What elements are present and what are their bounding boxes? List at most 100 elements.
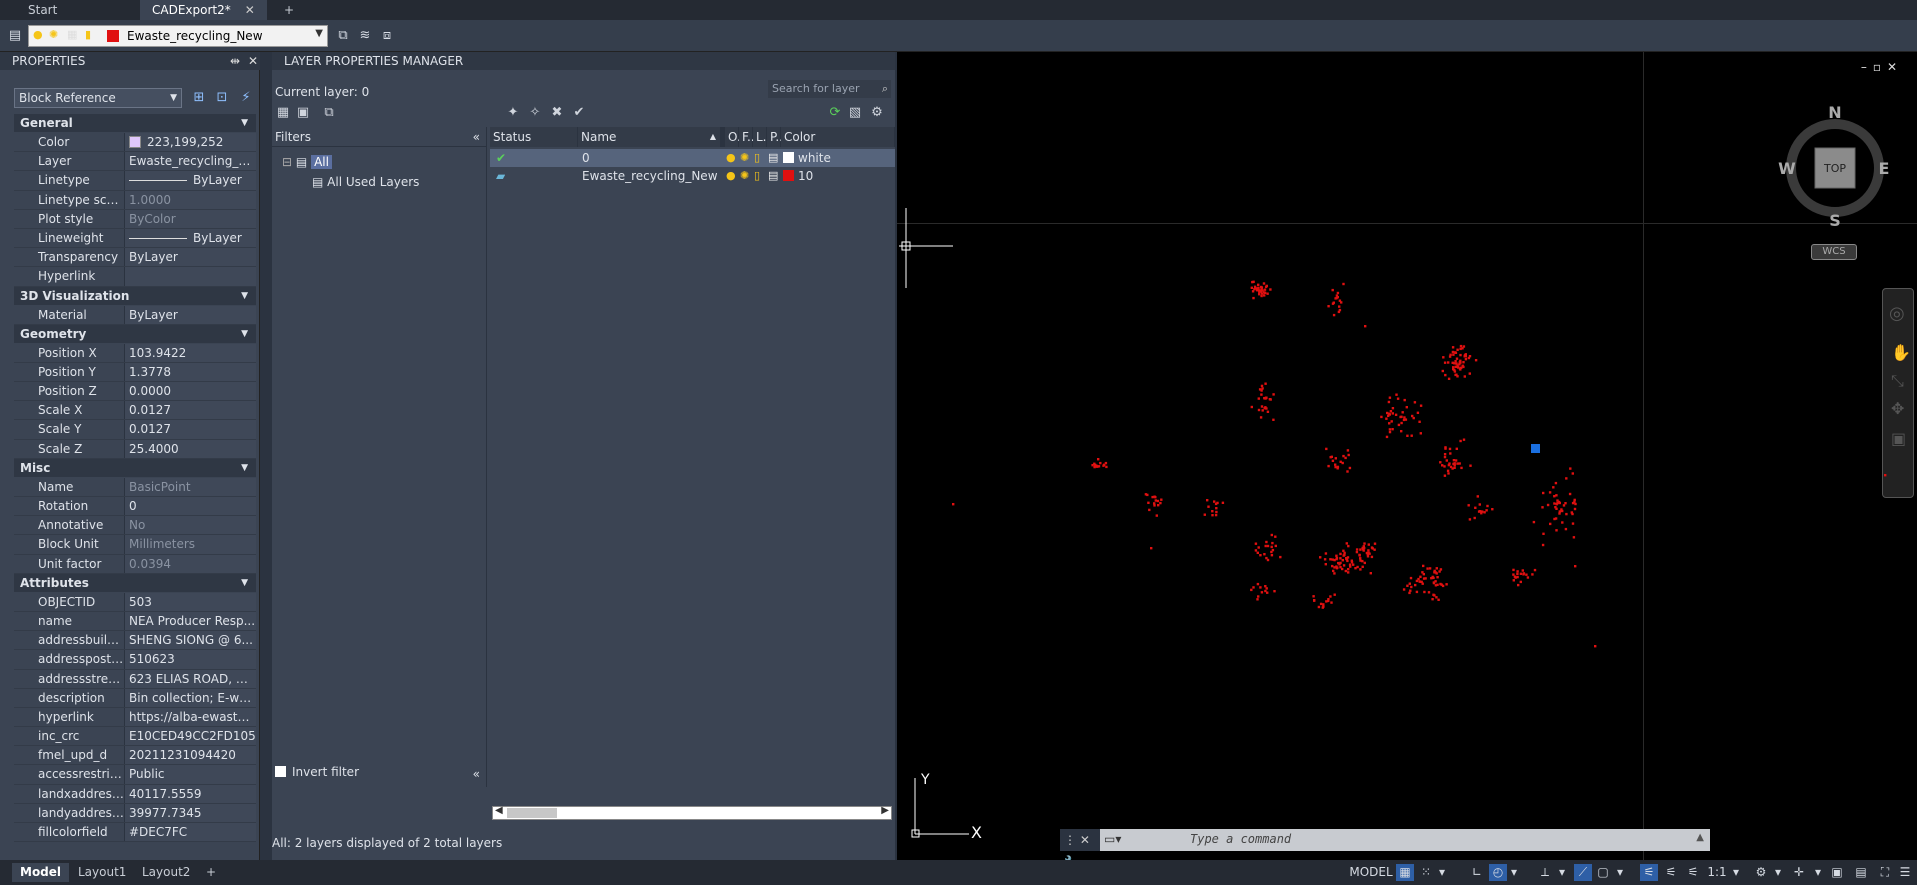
point-marker[interactable] [1473, 516, 1476, 520]
point-marker[interactable] [1569, 467, 1572, 470]
point-marker[interactable] [1347, 571, 1350, 574]
point-marker[interactable] [1443, 453, 1447, 456]
grip-icon[interactable]: ⋮ [1064, 833, 1076, 847]
point-marker[interactable] [1346, 449, 1350, 452]
point-marker[interactable] [1380, 415, 1383, 419]
isodraft-icon[interactable]: ⟂ [1536, 864, 1554, 881]
property-value[interactable]: ByLayer [124, 228, 256, 248]
point-marker[interactable] [1419, 575, 1422, 578]
point-marker[interactable] [1361, 559, 1364, 563]
point-marker[interactable] [1255, 289, 1259, 292]
point-marker[interactable] [1260, 286, 1264, 289]
point-marker[interactable] [1434, 580, 1437, 583]
point-marker[interactable] [1422, 577, 1426, 580]
point-marker[interactable] [1409, 589, 1412, 592]
point-marker[interactable] [1464, 358, 1468, 361]
point-marker[interactable] [1336, 465, 1340, 469]
point-marker[interactable] [1531, 573, 1534, 576]
property-value[interactable]: 40117.5559 [124, 784, 256, 803]
point-marker[interactable] [1343, 553, 1346, 557]
point-marker[interactable] [1342, 549, 1345, 552]
point-marker[interactable] [1400, 430, 1403, 433]
point-marker[interactable] [1439, 568, 1443, 571]
on-bulb-icon[interactable]: ● [726, 149, 736, 167]
point-marker[interactable] [1428, 567, 1432, 570]
point-marker[interactable] [1335, 554, 1338, 557]
col-name[interactable]: Name ▲ [578, 127, 721, 147]
point-marker[interactable] [1263, 294, 1266, 297]
property-row[interactable]: Position Z 0.0000 [14, 382, 256, 402]
point-marker[interactable] [1272, 393, 1275, 396]
point-marker[interactable] [1385, 435, 1389, 439]
point-marker[interactable] [1519, 572, 1523, 575]
point-marker[interactable] [1263, 553, 1266, 556]
point-marker[interactable] [1359, 568, 1362, 571]
toggle-pickadd-icon[interactable]: ⊞ [189, 88, 209, 108]
point-marker[interactable] [1251, 290, 1255, 293]
point-marker[interactable] [1427, 591, 1431, 594]
property-value[interactable]: 0.0127 [124, 420, 256, 439]
tree-collapse-icon[interactable]: ⊟ [282, 155, 292, 169]
point-marker[interactable] [1456, 462, 1459, 465]
property-value[interactable]: 510623 [124, 650, 256, 669]
point-marker[interactable] [1549, 522, 1552, 526]
point-marker[interactable] [1257, 397, 1260, 400]
point-marker[interactable] [1546, 503, 1550, 507]
scale-value[interactable]: 1:1 [1706, 864, 1728, 881]
point-marker[interactable] [1347, 453, 1350, 457]
point-marker[interactable] [1250, 588, 1253, 592]
layer-dropdown[interactable]: ● ✺ ▦ ▮ Ewaste_recycling_New ▼ [28, 25, 328, 47]
property-value[interactable]: Public [124, 765, 256, 784]
point-marker[interactable] [1459, 344, 1463, 348]
point-marker[interactable] [1565, 512, 1568, 516]
point-marker[interactable] [1448, 447, 1452, 451]
point-marker[interactable] [1331, 558, 1334, 561]
point-marker[interactable] [1264, 285, 1268, 289]
point-marker[interactable] [1455, 357, 1459, 360]
point-marker[interactable] [1335, 557, 1338, 561]
point-marker[interactable] [1517, 583, 1520, 587]
point-marker[interactable] [1207, 505, 1210, 508]
point-marker[interactable] [1387, 400, 1391, 404]
property-row[interactable]: Rotation 0 [14, 497, 256, 517]
property-value[interactable] [124, 267, 256, 286]
point-marker[interactable] [1408, 582, 1411, 585]
point-marker[interactable] [1386, 411, 1389, 415]
point-marker[interactable] [1345, 557, 1348, 560]
point-marker[interactable] [1525, 573, 1528, 576]
point-marker[interactable] [1476, 495, 1479, 498]
point-marker[interactable] [1447, 377, 1451, 380]
point-marker[interactable] [1332, 569, 1335, 573]
property-value[interactable]: No [124, 516, 256, 535]
autohide-icon[interactable]: ⇹ [230, 52, 240, 70]
model-space-button[interactable]: MODEL [1349, 864, 1393, 881]
point-marker[interactable] [1250, 286, 1253, 289]
point-marker[interactable] [1415, 590, 1419, 594]
point-marker[interactable] [1319, 556, 1322, 559]
property-value[interactable]: 1.0000 [124, 190, 256, 209]
property-value[interactable]: 0.0127 [124, 401, 256, 420]
point-marker[interactable] [1435, 567, 1438, 570]
point-marker[interactable] [1433, 569, 1436, 573]
point-marker[interactable] [1443, 361, 1447, 364]
property-value[interactable]: 223,199,252 [124, 133, 256, 152]
point-marker[interactable] [1445, 583, 1448, 586]
point-marker[interactable] [1570, 511, 1573, 514]
point-marker[interactable] [1337, 310, 1341, 314]
point-marker[interactable] [1454, 360, 1457, 363]
point-marker[interactable] [1561, 509, 1564, 513]
point-marker[interactable] [1419, 432, 1422, 435]
property-row[interactable]: landyaddressp...39977.7345 [14, 803, 256, 823]
layer-row[interactable]: ▰ Ewaste_recycling_New ● ✺ ▯ ▤ 10 [490, 167, 895, 185]
point-marker[interactable] [1338, 563, 1341, 566]
point-marker[interactable] [1327, 464, 1330, 468]
point-marker[interactable] [1325, 447, 1328, 451]
point-marker[interactable] [1418, 420, 1421, 423]
property-row[interactable]: addressbuildin...SHENG SIONG @ 6... [14, 631, 256, 651]
printer-icon[interactable]: ▤ [768, 149, 778, 167]
drawing-viewport[interactable]: –▫✕ TOP N S W E WCS ◎ ✋ ⤡ ✥ ▣ Y X ⋮ ✕ 🔧 … [897, 52, 1917, 869]
property-row[interactable]: Linetype ByLayer [14, 171, 256, 191]
point-marker[interactable] [1270, 554, 1274, 557]
point-marker[interactable] [1456, 348, 1459, 351]
property-row[interactable]: Position Y 1.3778 [14, 362, 256, 383]
